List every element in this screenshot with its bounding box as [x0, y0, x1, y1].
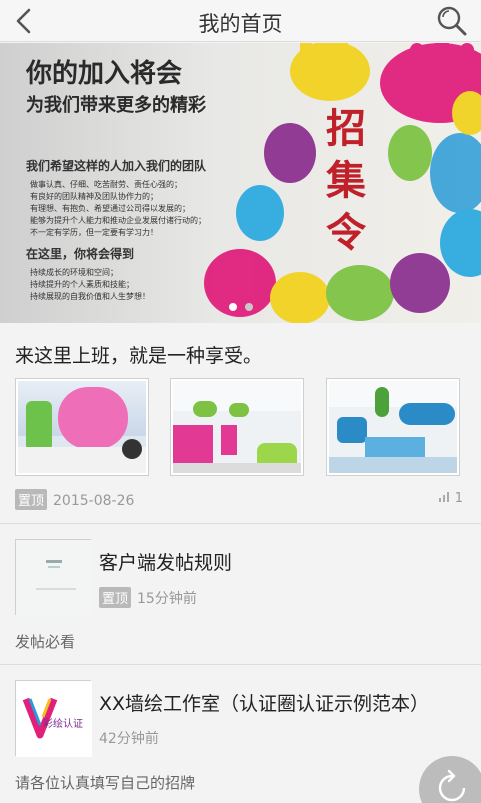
post-image-thumbnail[interactable] — [170, 378, 304, 476]
pinned-badge: 置顶 — [99, 587, 132, 608]
search-icon[interactable] — [435, 4, 469, 38]
banner-subheadline: 为我们带来更多的精彩 — [26, 95, 206, 116]
top-nav-bar: 我的首页 — [0, 0, 481, 42]
post-date: 2015-08-26 — [53, 493, 135, 509]
banner-line: 做事认真、仔细、吃苦耐劳、责任心强的； — [30, 180, 182, 189]
banner-line: 有良好的团队精神及团队协作力的； — [30, 192, 158, 201]
refresh-button[interactable] — [419, 756, 481, 803]
carousel-indicator — [0, 296, 481, 315]
post-item-studio[interactable]: 彩绘认证 XX墙绘工作室（认证圈认证示例范本） 42分钟前 请各位认真填写自己的… — [0, 665, 481, 803]
post-title: 客户端发帖规则 — [99, 552, 233, 574]
post-title: XX墙绘工作室（认证圈认证示例范本） — [99, 693, 430, 715]
banner-big-title: 招集令 — [326, 105, 366, 256]
post-image-thumbnail[interactable] — [15, 378, 149, 476]
banner-line: 有理想、有抱负、希望通过公司得以发展的； — [30, 204, 190, 213]
post-thumbnail: 彩绘认证 — [15, 680, 92, 757]
banner-line: 能够为提升个人能力和推动企业发展付诸行动的； — [30, 216, 206, 225]
page-title: 我的首页 — [198, 12, 283, 36]
post-image-thumbnail[interactable] — [326, 378, 460, 476]
svg-text:彩绘认证: 彩绘认证 — [43, 717, 83, 730]
post-thumbnail — [15, 539, 92, 616]
post-meta: 置顶 15分钟前 — [99, 587, 197, 608]
hero-banner-carousel[interactable]: 你的加入将会 为我们带来更多的精彩 我们希望这样的人加入我们的团队 做事认真、仔… — [0, 43, 481, 323]
view-count-value: 1 — [454, 491, 463, 506]
bar-chart-icon — [438, 492, 449, 502]
carousel-dot[interactable] — [244, 303, 253, 311]
banner-line: 不一定有学历，但一定要有学习力！ — [30, 228, 158, 237]
post-summary: 请各位认真填写自己的招牌 — [15, 774, 196, 792]
post-meta: 置顶 2015-08-26 — [15, 489, 134, 510]
post-summary: 发帖必看 — [15, 633, 76, 651]
post-item-office[interactable]: 来这里上班，就是一种享受。 置顶 2015-08-26 1 — [0, 323, 481, 523]
refresh-icon — [438, 769, 466, 802]
view-count: 1 — [438, 491, 463, 506]
banner-call: 我们希望这样的人加入我们的团队 — [26, 159, 207, 173]
banner-gain: 持续成长的环境和空间； — [30, 268, 118, 277]
post-time-ago: 15分钟前 — [137, 591, 197, 607]
post-headline: 来这里上班，就是一种享受。 — [15, 345, 263, 367]
carousel-dot-active[interactable] — [228, 303, 237, 311]
banner-gain-title: 在这里，你将会得到 — [26, 247, 135, 261]
banner-headline: 你的加入将会 — [26, 59, 183, 89]
post-item-rules[interactable]: 客户端发帖规则 置顶 15分钟前 发帖必看 — [0, 524, 481, 664]
studio-logo-icon: 彩绘认证 — [16, 681, 92, 757]
banner-gain: 持续提升的个人素质和技能； — [30, 280, 134, 289]
document-cover-image — [16, 540, 92, 616]
post-time-ago: 42分钟前 — [99, 731, 159, 747]
pinned-badge: 置顶 — [15, 489, 48, 510]
